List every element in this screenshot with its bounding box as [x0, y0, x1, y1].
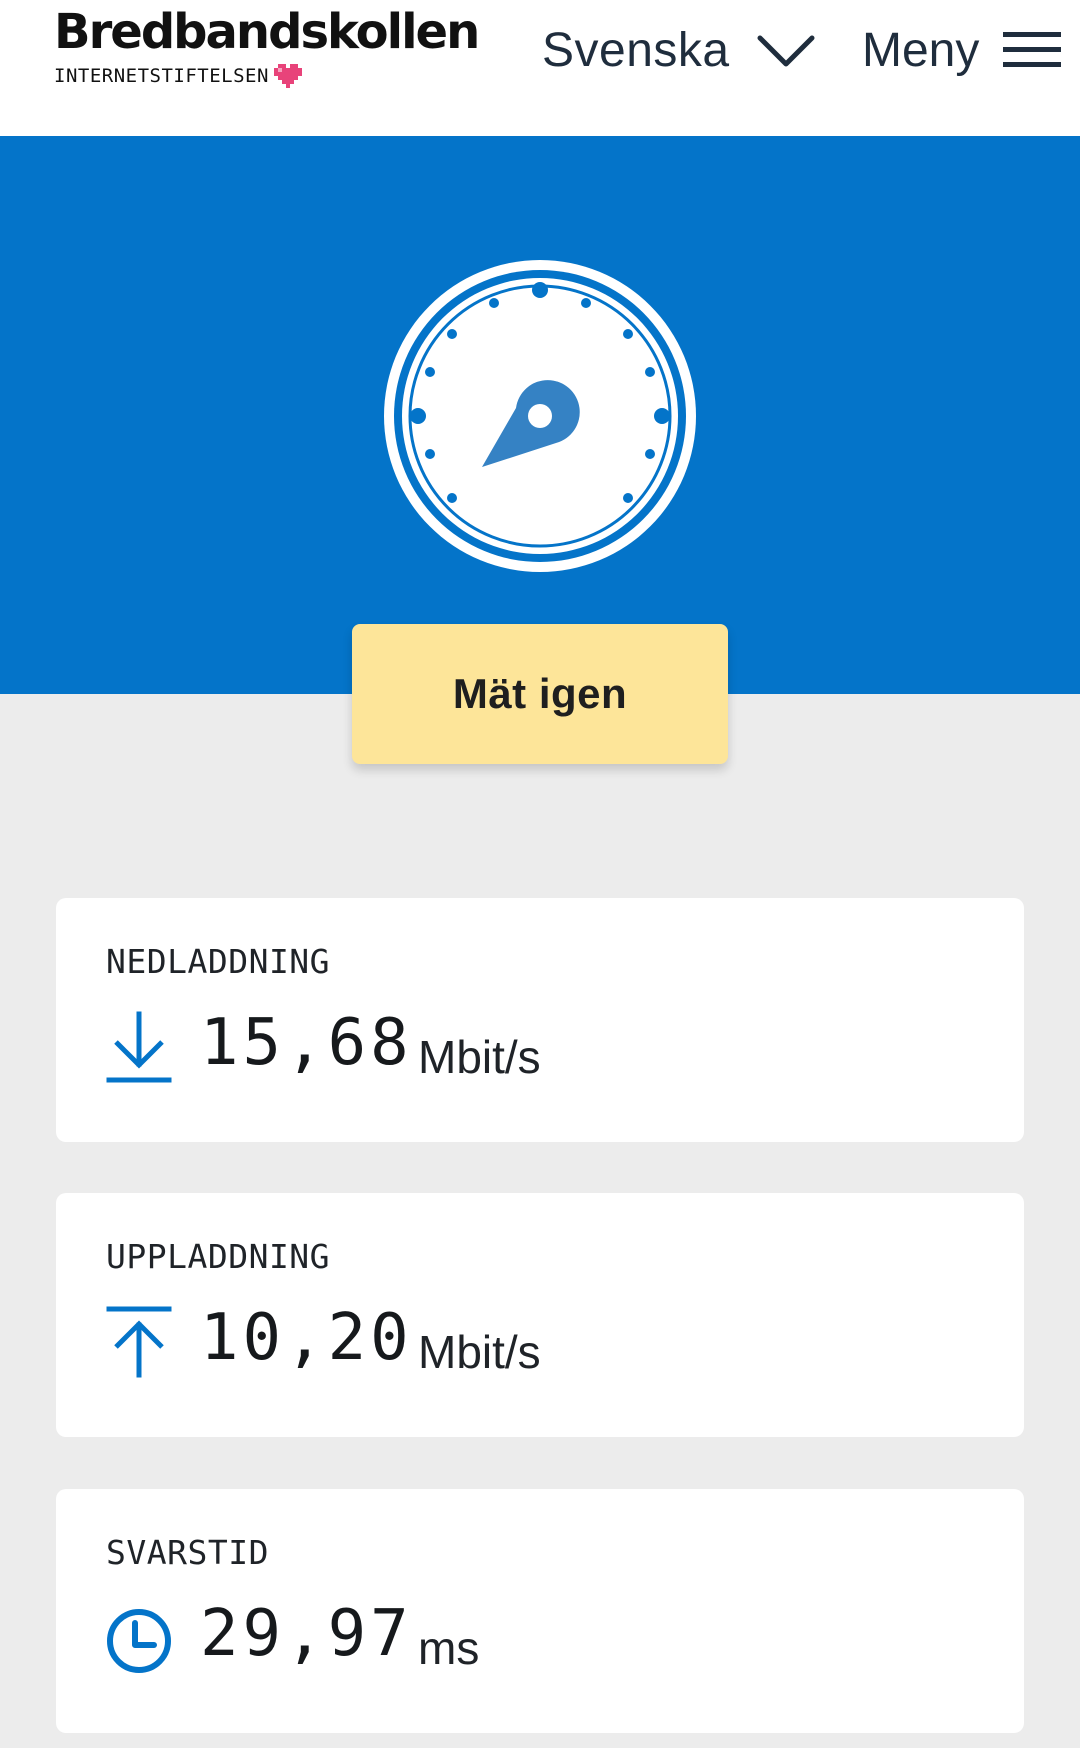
download-arrow-icon [106, 1011, 172, 1083]
language-label: Svenska [542, 23, 730, 77]
latency-label: SVARSTID [106, 1533, 269, 1572]
measure-again-button[interactable]: Mät igen [352, 624, 728, 764]
upload-result-card: UPPLADDNING 10,20 Mbit/s [56, 1193, 1024, 1437]
logo-subtitle: INTERNETSTIFTELSEN [54, 65, 269, 87]
logo[interactable]: Bredbandskollen INTERNETSTIFTELSEN [54, 4, 480, 88]
download-unit: Mbit/s [418, 1031, 541, 1083]
heart-icon [273, 64, 302, 88]
download-result-card: NEDLADDNING 15,68 Mbit/s [56, 898, 1024, 1142]
language-select[interactable]: Svenska [542, 18, 816, 82]
logo-title: Bredbandskollen [54, 4, 480, 60]
download-value: 15,68 [200, 1006, 413, 1080]
chevron-down-icon [757, 35, 815, 67]
download-label: NEDLADDNING [106, 942, 331, 981]
upload-arrow-icon [106, 1306, 172, 1378]
latency-value: 29,97 [200, 1597, 413, 1671]
upload-label: UPPLADDNING [106, 1237, 331, 1276]
latency-result-card: SVARSTID 29,97 ms [56, 1489, 1024, 1733]
logo-subtitle-row: INTERNETSTIFTELSEN [54, 64, 478, 88]
speedometer-icon [384, 260, 696, 572]
menu-label: Meny [862, 23, 980, 77]
clock-icon [107, 1609, 171, 1673]
upload-unit: Mbit/s [418, 1326, 541, 1378]
latency-unit: ms [418, 1622, 480, 1674]
hamburger-icon [1003, 32, 1062, 67]
menu-button[interactable]: Meny [862, 18, 1062, 82]
site-header: Bredbandskollen INTERNETSTIFTELSEN Svens… [0, 0, 1080, 136]
upload-value: 10,20 [200, 1301, 413, 1375]
